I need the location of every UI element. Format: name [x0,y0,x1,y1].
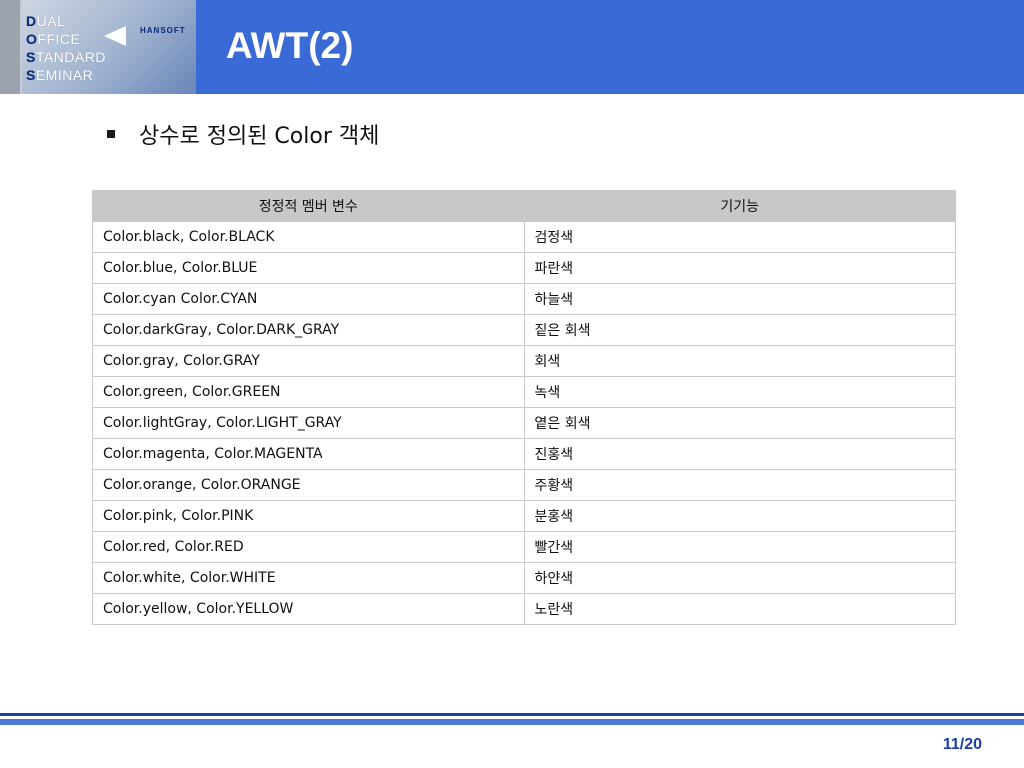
page-number: 11/20 [942,736,982,753]
logo-line: STANDARD [26,49,106,65]
cell-function: 짙은 회색 [523,314,956,346]
table-row: Color.cyan Color.CYAN 하늘색 [92,283,956,315]
cell-function: 진홍색 [523,438,956,470]
cell-member: Color.magenta, Color.MAGENTA [92,438,525,470]
logo-chevron-icon [104,26,126,46]
cell-function: 노란색 [523,593,956,625]
table-row: Color.black, Color.BLACK 검정색 [92,221,956,253]
cell-member: Color.pink, Color.PINK [92,500,525,532]
cell-function: 회색 [523,345,956,377]
column-header-function: 기기능 [523,190,956,222]
cell-function: 분홍색 [523,500,956,532]
cell-function: 검정색 [523,221,956,253]
table-row: Color.lightGray, Color.LIGHT_GRAY 옅은 회색 [92,407,956,439]
cell-member: Color.gray, Color.GRAY [92,345,525,377]
header-bar: HANSOFT DUAL OFFICE STANDARD SEMINAR AWT… [0,0,1024,94]
table-row: Color.white, Color.WHITE 하얀색 [92,562,956,594]
table-row: Color.blue, Color.BLUE 파란색 [92,252,956,284]
cell-member: Color.lightGray, Color.LIGHT_GRAY [92,407,525,439]
cell-function: 빨간색 [523,531,956,563]
cell-function: 하늘색 [523,283,956,315]
bullet-text: 상수로 정의된 Color 객체 [139,124,380,149]
bullet-square-icon [107,130,115,138]
cell-member: Color.orange, Color.ORANGE [92,469,525,501]
table-body: Color.black, Color.BLACK 검정색 Color.blue, C… [92,221,956,625]
cell-function: 파란색 [523,252,956,284]
table-row: Color.pink, Color.PINK 분홍색 [92,500,956,532]
cell-function: 하얀색 [523,562,956,594]
cell-member: Color.green, Color.GREEN [92,376,525,408]
table-row: Color.red, Color.RED 빨간색 [92,531,956,563]
logo-text: DUAL OFFICE STANDARD SEMINAR [26,12,106,84]
cell-function: 주황색 [523,469,956,501]
logo-strip [0,0,20,94]
column-header-member: 정정적 멤버 변수 [92,190,525,222]
logo-line: SEMINAR [26,67,94,83]
seminar-logo: HANSOFT DUAL OFFICE STANDARD SEMINAR [0,0,196,94]
cell-function: 옅은 회색 [523,407,956,439]
table-header-row: 정정적 멤버 변수 기기능 [92,190,956,222]
cell-member: Color.black, Color.BLACK [92,221,525,253]
bullet-item: 상수로 정의된 Color 객체 [107,116,379,152]
table-row: Color.darkGray, Color.DARK_GRAY 짙은 회색 [92,314,956,346]
cell-member: Color.white, Color.WHITE [92,562,525,594]
logo-line: DUAL [26,13,66,29]
table-row: Color.gray, Color.GRAY 회색 [92,345,956,377]
cell-member: Color.blue, Color.BLUE [92,252,525,284]
cell-member: Color.red, Color.RED [92,531,525,563]
cell-member: Color.yellow, Color.YELLOW [92,593,525,625]
cell-member: Color.darkGray, Color.DARK_GRAY [92,314,525,346]
footer-rule [0,713,1024,725]
color-constants-table: 정정적 멤버 변수 기기능 Color.black, Color.BLACK 검정… [92,190,956,625]
logo-line: OFFICE [26,31,81,47]
table-row: Color.yellow, Color.YELLOW 노란색 [92,593,956,625]
table-row: Color.orange, Color.ORANGE 주황색 [92,469,956,501]
table-row: Color.magenta, Color.MAGENTA 진홍색 [92,438,956,470]
cell-function: 녹색 [523,376,956,408]
logo-brand: HANSOFT [140,26,186,35]
slide-title: AWT(2) [226,25,354,66]
table-row: Color.green, Color.GREEN 녹색 [92,376,956,408]
cell-member: Color.cyan Color.CYAN [92,283,525,315]
